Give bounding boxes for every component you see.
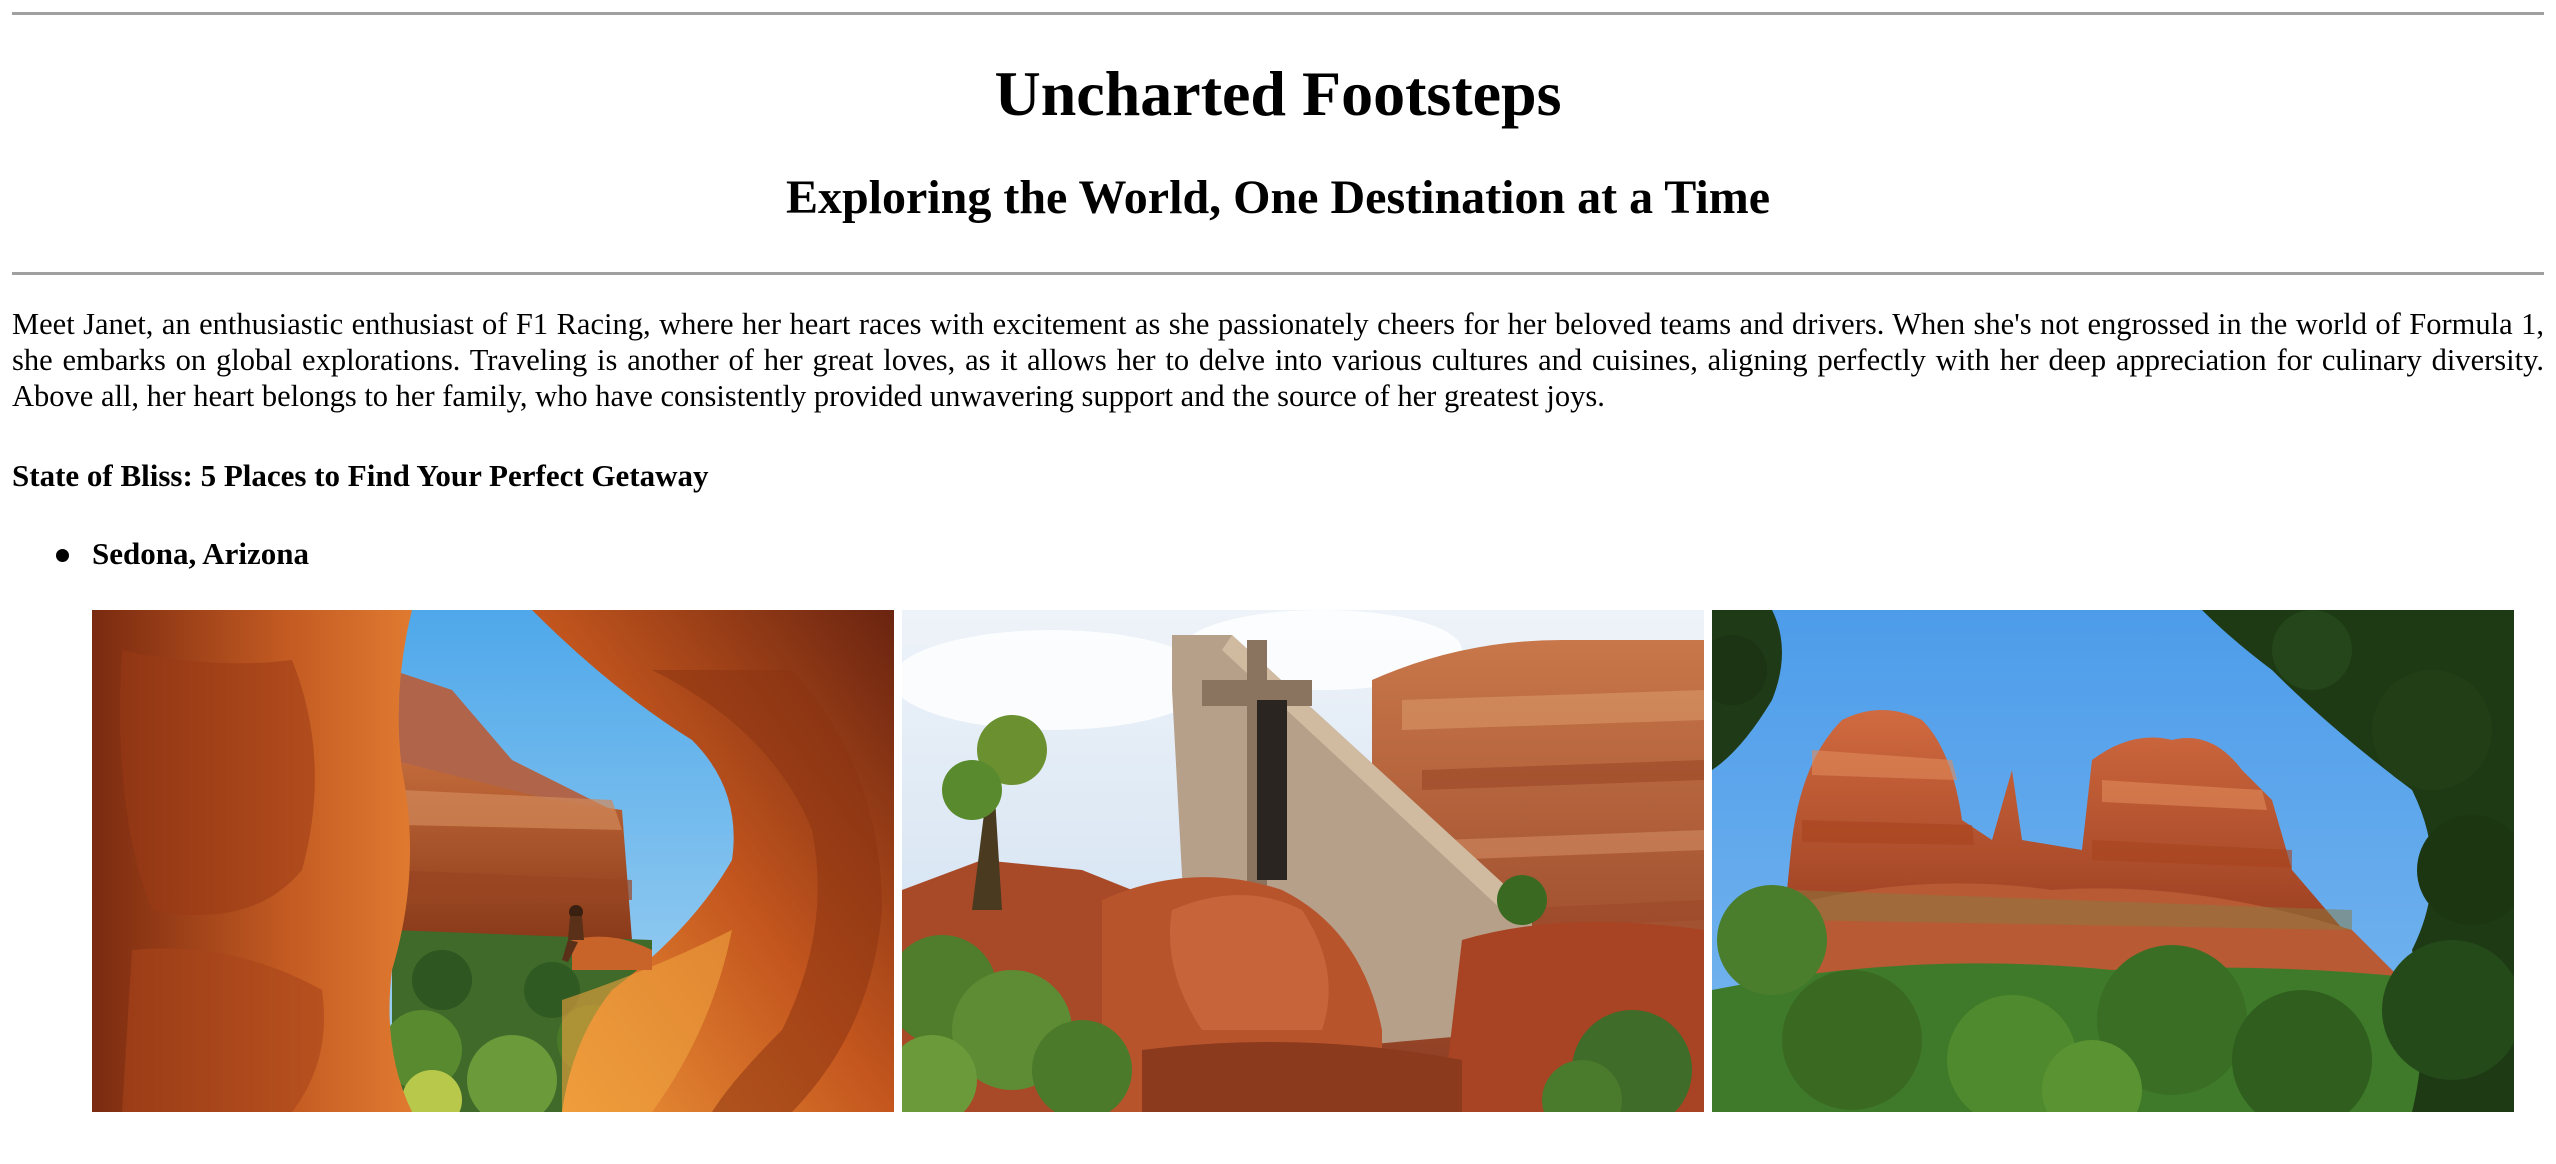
- top-divider: [12, 12, 2544, 15]
- bullet-icon: [56, 549, 69, 562]
- destination-name: Sedona, Arizona: [92, 536, 310, 571]
- header-divider: [12, 272, 2544, 275]
- article-heading: State of Bliss: 5 Places to Find Your Pe…: [12, 458, 709, 493]
- intro-paragraph: Meet Janet, an enthusiastic enthusiast o…: [12, 307, 2544, 413]
- site-title: Uncharted Footsteps: [994, 58, 1562, 129]
- photo-gallery: [92, 610, 2516, 1112]
- chapel-of-the-holy-cross-photo: [902, 610, 1704, 1112]
- page: Uncharted Footsteps Exploring the World,…: [0, 0, 2556, 1164]
- site-subtitle: Exploring the World, One Destination at …: [785, 171, 1771, 224]
- destination-item: Sedona, Arizona: [0, 534, 309, 574]
- cathedral-rock-photo: [1712, 610, 2514, 1112]
- red-rock-cave-photo: [92, 610, 894, 1112]
- destination-list: Sedona, Arizona: [0, 534, 309, 574]
